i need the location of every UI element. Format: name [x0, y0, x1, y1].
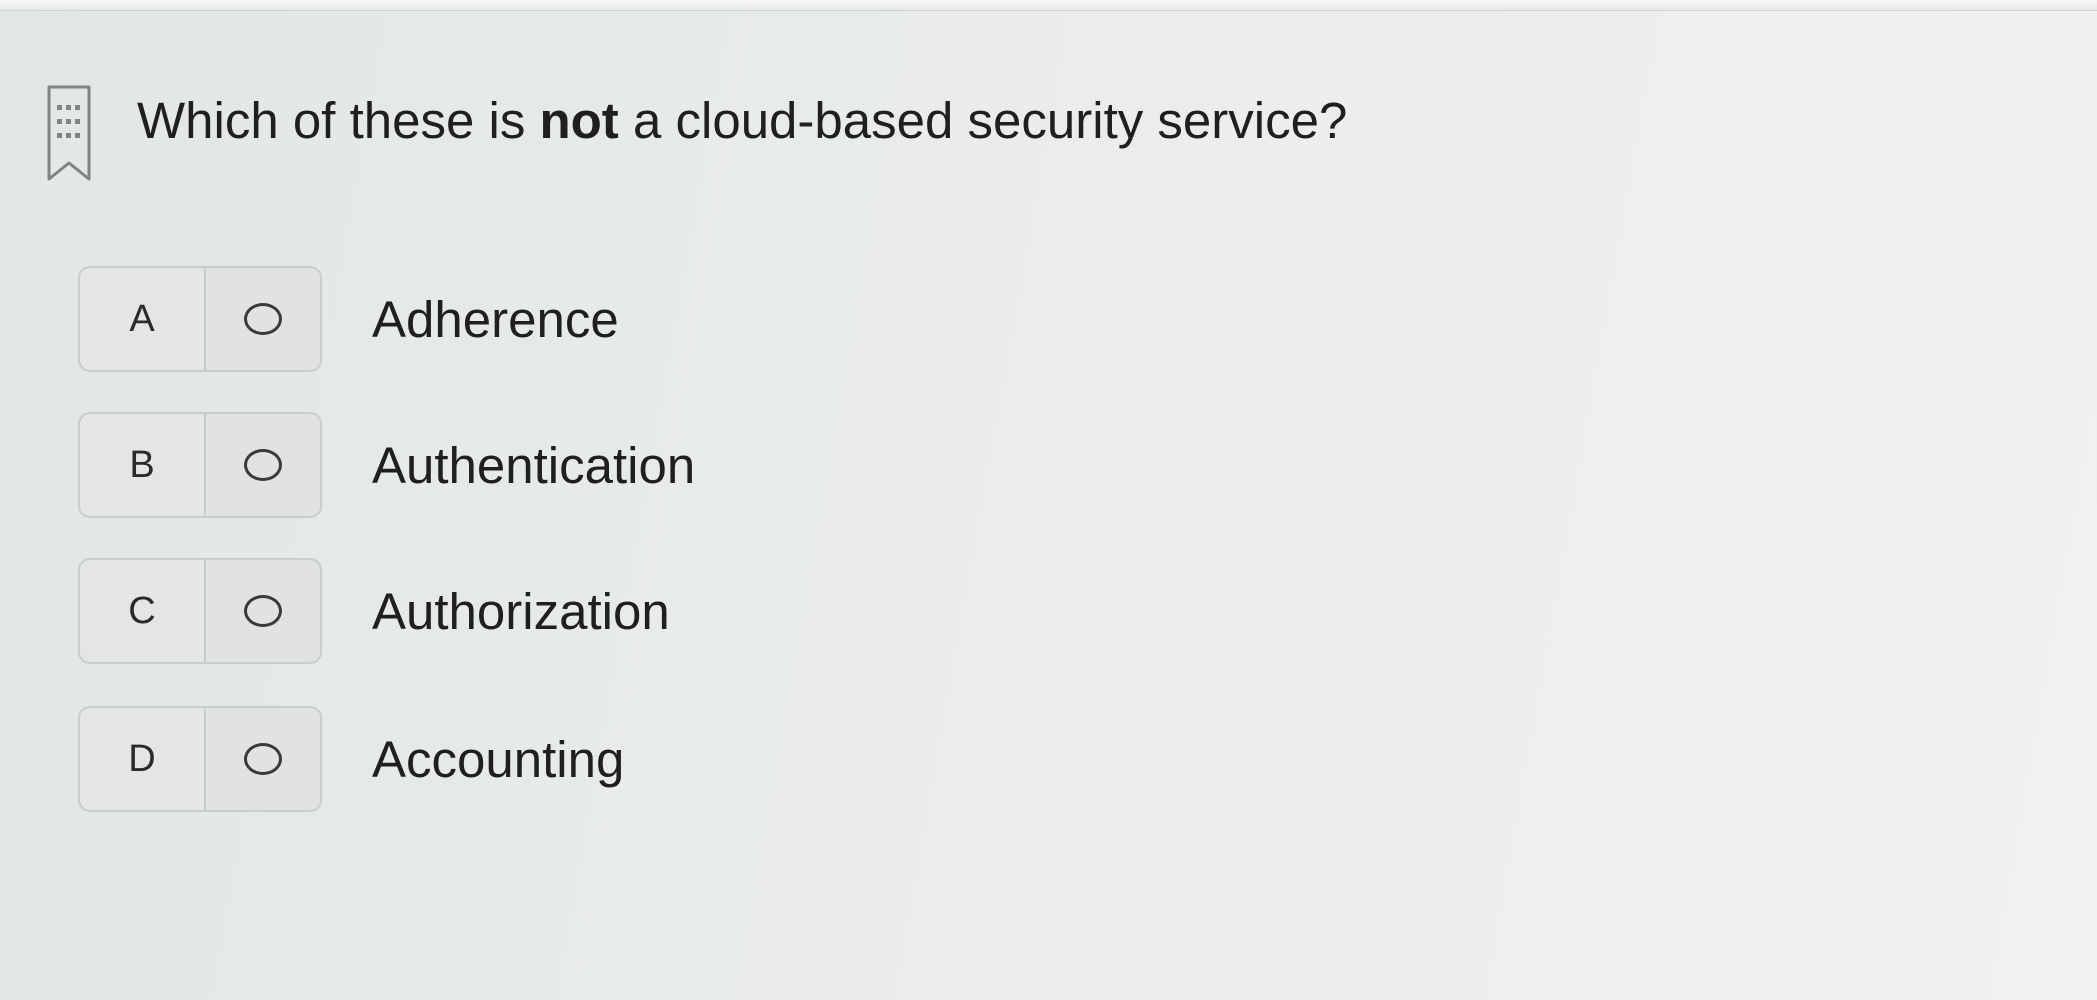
question-text: Which of these is not a cloud-based secu…: [137, 88, 1347, 154]
radio-button-icon[interactable]: [244, 595, 282, 627]
question-emphasis: not: [539, 92, 619, 149]
option-c-selector[interactable]: C: [78, 558, 322, 664]
option-c[interactable]: C Authorization: [78, 556, 670, 666]
option-text[interactable]: Accounting: [372, 730, 624, 789]
option-d[interactable]: D Accounting: [78, 704, 624, 814]
option-letter: D: [80, 708, 206, 810]
radio-button-icon[interactable]: [244, 743, 282, 775]
option-b[interactable]: B Authentication: [78, 410, 695, 520]
option-letter: B: [80, 414, 206, 516]
radio-button-icon[interactable]: [244, 303, 282, 335]
option-text[interactable]: Authentication: [372, 436, 695, 495]
option-a[interactable]: A Adherence: [78, 264, 619, 374]
option-letter: C: [80, 560, 206, 662]
option-letter: A: [80, 268, 206, 370]
radio-cell[interactable]: [206, 414, 320, 516]
option-text[interactable]: Adherence: [372, 290, 619, 349]
option-text[interactable]: Authorization: [372, 582, 670, 641]
option-b-selector[interactable]: B: [78, 412, 322, 518]
option-d-selector[interactable]: D: [78, 706, 322, 812]
option-a-selector[interactable]: A: [78, 266, 322, 372]
radio-cell[interactable]: [206, 708, 320, 810]
page-top-edge: [0, 0, 2097, 11]
bookmark-flag-icon[interactable]: [45, 83, 93, 183]
radio-button-icon[interactable]: [244, 449, 282, 481]
radio-cell[interactable]: [206, 268, 320, 370]
question-suffix: a cloud-based security service?: [618, 92, 1348, 149]
question-prefix: Which of these is: [137, 92, 540, 149]
radio-cell[interactable]: [206, 560, 320, 662]
